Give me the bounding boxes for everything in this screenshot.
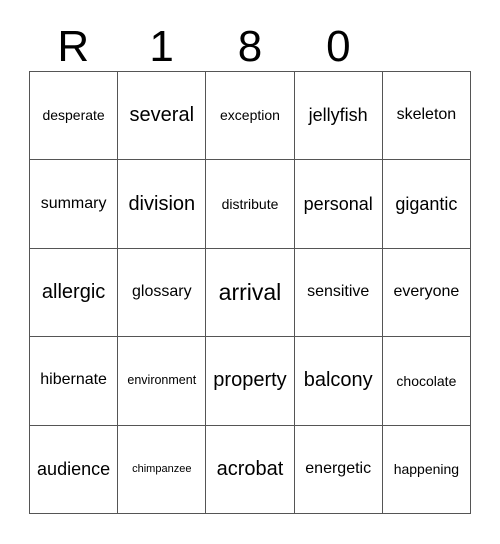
- bingo-cell[interactable]: division: [118, 160, 207, 249]
- bingo-cell[interactable]: property: [206, 337, 295, 426]
- bingo-cell-word: property: [213, 369, 287, 392]
- bingo-cell-word: desperate: [42, 107, 105, 124]
- bingo-cell[interactable]: sensitive: [294, 248, 383, 338]
- bingo-cell[interactable]: exception: [206, 72, 295, 161]
- bingo-header-row: R 1 8 0: [29, 14, 471, 71]
- bingo-grid: desperate several exception jellyfish skelet…: [29, 71, 471, 514]
- bingo-cell-word: several: [129, 104, 195, 127]
- bingo-cell[interactable]: skeleton: [382, 72, 471, 161]
- bingo-cell[interactable]: gigantic: [382, 160, 471, 249]
- bingo-cell-word: personal: [303, 193, 373, 214]
- bingo-header-letter-1: R: [57, 22, 90, 71]
- bingo-header-letter-5: [383, 14, 471, 71]
- bingo-cell[interactable]: arrival: [206, 248, 295, 338]
- bingo-cell[interactable]: chimpanzee: [118, 425, 207, 514]
- bingo-cell[interactable]: everyone: [382, 248, 471, 338]
- bingo-cell[interactable]: happening: [382, 425, 471, 514]
- bingo-cell[interactable]: hibernate: [30, 337, 119, 426]
- bingo-cell[interactable]: audience: [30, 425, 119, 514]
- bingo-cell-word: distribute: [221, 195, 279, 212]
- bingo-cell-word: energetic: [305, 459, 372, 477]
- bingo-cell-word: environment: [127, 373, 197, 388]
- bingo-cell[interactable]: chocolate: [382, 337, 471, 426]
- bingo-cell-word: glossary: [132, 283, 192, 301]
- bingo-cell-word: chocolate: [396, 372, 457, 389]
- bingo-cell-word: audience: [37, 458, 111, 479]
- bingo-cell[interactable]: glossary: [118, 248, 207, 338]
- bingo-header-letter-4: 0: [326, 22, 351, 71]
- bingo-cell[interactable]: allergic: [30, 248, 119, 338]
- bingo-cell-word: hibernate: [40, 371, 107, 389]
- bingo-card: R 1 8 0 desperate several exception jellyfish s…: [0, 0, 500, 544]
- bingo-cell-word: happening: [393, 460, 460, 477]
- bingo-cell[interactable]: environment: [118, 337, 207, 426]
- bingo-cell[interactable]: desperate: [30, 72, 119, 161]
- bingo-cell[interactable]: jellyfish: [294, 72, 383, 161]
- bingo-cell[interactable]: acrobat: [206, 425, 295, 514]
- bingo-cell-word: division: [128, 192, 196, 215]
- bingo-cell-word: exception: [220, 107, 280, 124]
- bingo-cell[interactable]: balcony: [294, 337, 383, 426]
- bingo-cell[interactable]: several: [118, 72, 207, 161]
- bingo-cell[interactable]: energetic: [294, 425, 383, 514]
- bingo-cell-word: everyone: [393, 283, 460, 301]
- bingo-cell-word: sensitive: [307, 283, 370, 301]
- bingo-cell-word: arrival: [218, 279, 282, 306]
- bingo-cell-word: acrobat: [216, 457, 284, 480]
- bingo-header-letter-2: 1: [149, 22, 174, 71]
- bingo-cell[interactable]: personal: [294, 160, 383, 249]
- bingo-cell-word: gigantic: [395, 193, 458, 214]
- bingo-cell-word: summary: [40, 194, 107, 212]
- bingo-header-letter-3: 8: [237, 22, 263, 71]
- bingo-cell-word: balcony: [303, 369, 373, 392]
- bingo-cell-word: skeleton: [396, 106, 457, 124]
- bingo-cell-word: jellyfish: [308, 105, 368, 126]
- bingo-cell[interactable]: summary: [30, 160, 119, 249]
- bingo-cell-word: allergic: [41, 280, 106, 303]
- bingo-cell[interactable]: distribute: [206, 160, 295, 249]
- bingo-cell-word: chimpanzee: [132, 462, 192, 475]
